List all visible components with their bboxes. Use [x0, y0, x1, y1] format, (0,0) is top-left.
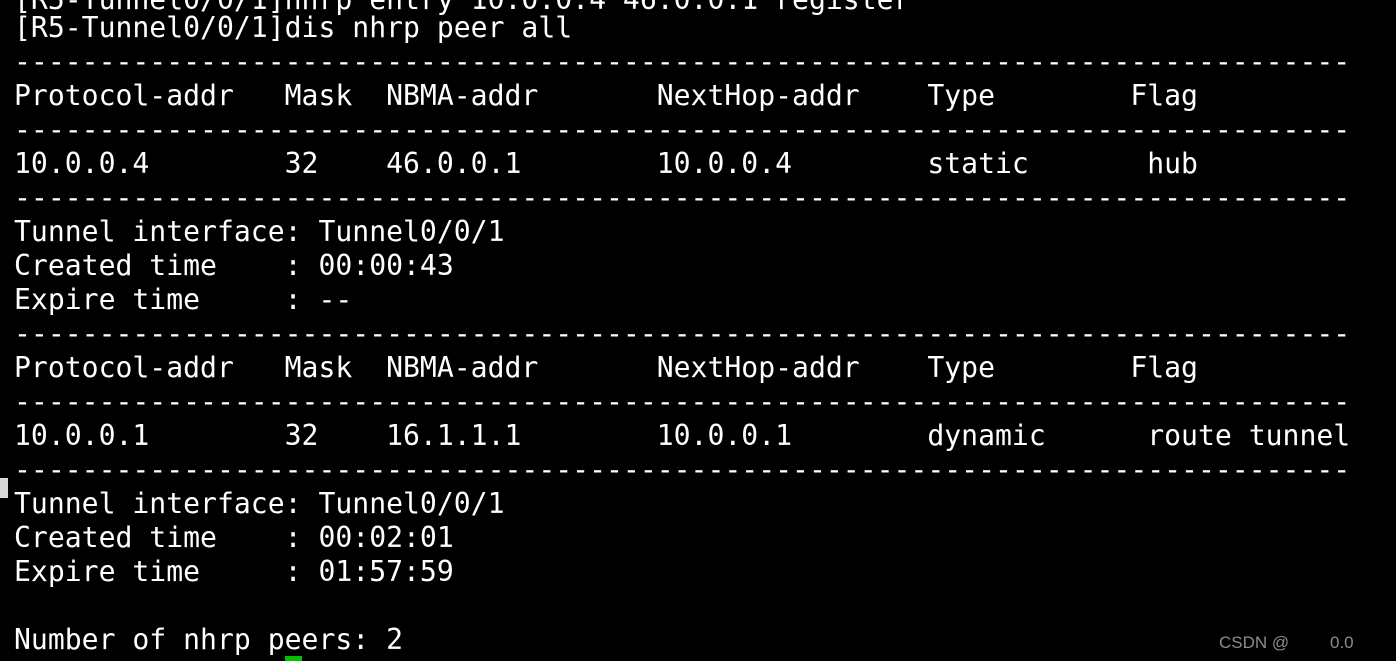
- csdn-watermark-suffix: 0.0: [1330, 633, 1354, 652]
- terminal-line-separator: ----------------------------------------…: [14, 113, 1351, 146]
- terminal-line-tunnel-interface: Tunnel interface: Tunnel0/0/1: [14, 215, 505, 248]
- left-edge: [0, 0, 8, 661]
- terminal-line-created-time: Created time : 00:00:43: [14, 249, 454, 282]
- terminal-cursor: [285, 656, 302, 661]
- terminal-line-command: [R5-Tunnel0/0/1]dis nhrp peer all: [14, 11, 573, 44]
- terminal-line-created-time: Created time : 00:02:01: [14, 521, 454, 554]
- terminal-line-tunnel-interface: Tunnel interface: Tunnel0/0/1: [14, 487, 505, 520]
- terminal-line-peer-row: 10.0.0.4 32 46.0.0.1 10.0.0.4 static hub: [14, 147, 1198, 180]
- terminal-line-separator: ----------------------------------------…: [14, 385, 1351, 418]
- terminal-window[interactable]: [R5-Tunnel0/0/1]nhrp entry 10.0.0.4 46.0…: [0, 0, 1396, 661]
- terminal-line-expire-time: Expire time : 01:57:59: [14, 555, 454, 588]
- terminal-line-expire-time: Expire time : --: [14, 283, 353, 316]
- terminal-line-separator: ----------------------------------------…: [14, 181, 1351, 214]
- csdn-watermark: CSDN @: [1219, 633, 1290, 652]
- left-edge-mark: [0, 478, 8, 498]
- terminal-line-separator: ----------------------------------------…: [14, 453, 1351, 486]
- terminal-line-separator: ----------------------------------------…: [14, 317, 1351, 350]
- terminal-line-peer-row: 10.0.0.1 32 16.1.1.1 10.0.0.1 dynamic ro…: [14, 419, 1351, 452]
- terminal-line-table-header: Protocol-addr Mask NBMA-addr NextHop-add…: [14, 351, 1198, 384]
- terminal-line-separator: ----------------------------------------…: [14, 45, 1351, 78]
- terminal-line-peer-count: Number of nhrp peers: 2: [14, 623, 404, 656]
- terminal-line-table-header: Protocol-addr Mask NBMA-addr NextHop-add…: [14, 79, 1198, 112]
